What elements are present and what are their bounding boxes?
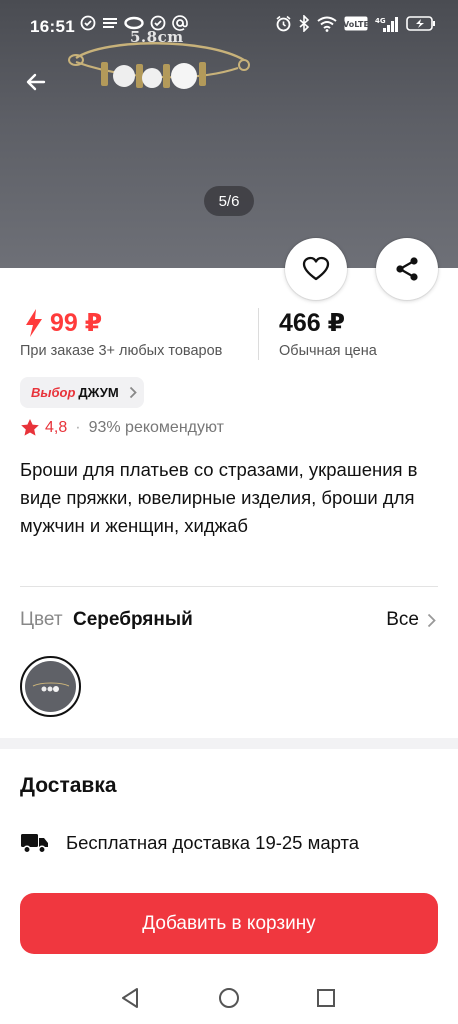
lightning-icon bbox=[26, 309, 42, 337]
share-icon bbox=[396, 257, 418, 281]
status-time: 16:51 bbox=[30, 17, 75, 36]
system-navigation-bar bbox=[0, 968, 458, 1024]
svg-text:VoLTE: VoLTE bbox=[344, 20, 368, 29]
square-recents-icon bbox=[317, 989, 335, 1007]
bluetooth-icon bbox=[299, 15, 310, 32]
ring-icon bbox=[124, 16, 144, 30]
section-separator bbox=[0, 738, 458, 749]
check-circle-icon bbox=[80, 15, 96, 31]
nav-back-button[interactable] bbox=[118, 986, 142, 1010]
share-button[interactable] bbox=[376, 238, 438, 300]
rating-separator: · bbox=[75, 418, 81, 436]
promo-price-value: 99 ₽ bbox=[50, 309, 103, 337]
color-swatch-silver[interactable] bbox=[20, 656, 81, 717]
promo-price-note: При заказе 3+ любых товаров bbox=[20, 343, 223, 359]
color-label: Цвет bbox=[20, 609, 63, 630]
all-colors-link[interactable]: Все bbox=[386, 609, 436, 631]
badge-brand-text: ДЖУМ bbox=[78, 385, 119, 400]
wifi-icon bbox=[317, 16, 337, 32]
choice-badge[interactable]: Выбор ДЖУМ bbox=[20, 377, 144, 408]
nav-recents-button[interactable] bbox=[314, 986, 338, 1010]
price-block: 99 ₽ При заказе 3+ любых товаров 466 ₽ О… bbox=[20, 306, 440, 366]
delivery-text: Бесплатная доставка 19-25 марта bbox=[66, 832, 360, 853]
brooch-thumbnail-icon bbox=[32, 682, 69, 692]
recommend-text: 93% рекомендуют bbox=[88, 418, 224, 436]
svg-text:4G: 4G bbox=[375, 17, 386, 25]
signal-4g-icon: 4G bbox=[375, 16, 398, 32]
check-circle-icon bbox=[150, 15, 166, 31]
promo-price: 99 ₽ bbox=[24, 308, 102, 338]
lines-icon bbox=[103, 18, 117, 28]
color-value: Серебряный bbox=[73, 609, 193, 630]
truck-icon bbox=[21, 834, 48, 854]
color-selector-row: Цвет Серебряный Все bbox=[20, 608, 438, 638]
swatch-thumbnail bbox=[25, 661, 76, 712]
star-icon bbox=[21, 419, 39, 436]
back-button[interactable] bbox=[18, 64, 54, 100]
delivery-info-row[interactable]: Бесплатная доставка 19-25 марта bbox=[20, 832, 359, 854]
delivery-title: Доставка bbox=[20, 774, 117, 797]
badge-choice-text: Выбор bbox=[31, 385, 76, 400]
favorite-button[interactable] bbox=[285, 238, 347, 300]
rating-value: 4,8 bbox=[45, 418, 68, 436]
nav-home-button[interactable] bbox=[217, 986, 241, 1010]
at-icon bbox=[172, 15, 188, 31]
product-image-gallery[interactable]: 5.8cm 16:51 VoLTE 4G 5/6 bbox=[0, 0, 458, 268]
price-divider bbox=[258, 308, 259, 360]
regular-price-value: 466 ₽ bbox=[279, 309, 346, 337]
rating-row[interactable]: 4,8 · 93% рекомендуют bbox=[20, 418, 224, 437]
triangle-back-icon bbox=[122, 988, 138, 1008]
all-colors-label: Все bbox=[386, 609, 419, 630]
image-counter: 5/6 bbox=[204, 186, 254, 216]
chevron-right-icon bbox=[427, 613, 436, 627]
heart-icon bbox=[302, 256, 330, 281]
section-divider bbox=[20, 586, 438, 587]
circle-home-icon bbox=[219, 988, 239, 1008]
volte-icon: VoLTE bbox=[344, 16, 368, 31]
arrow-left-icon bbox=[26, 73, 46, 91]
product-title: Броши для платьев со стразами, украшения… bbox=[20, 459, 418, 536]
add-to-cart-button[interactable]: Добавить в корзину bbox=[20, 893, 438, 954]
status-bar: 16:51 VoLTE 4G bbox=[0, 0, 458, 50]
chevron-right-icon bbox=[129, 386, 137, 399]
regular-price-note: Обычная цена bbox=[279, 343, 377, 359]
battery-charging-icon bbox=[406, 16, 435, 31]
alarm-icon bbox=[276, 15, 291, 32]
